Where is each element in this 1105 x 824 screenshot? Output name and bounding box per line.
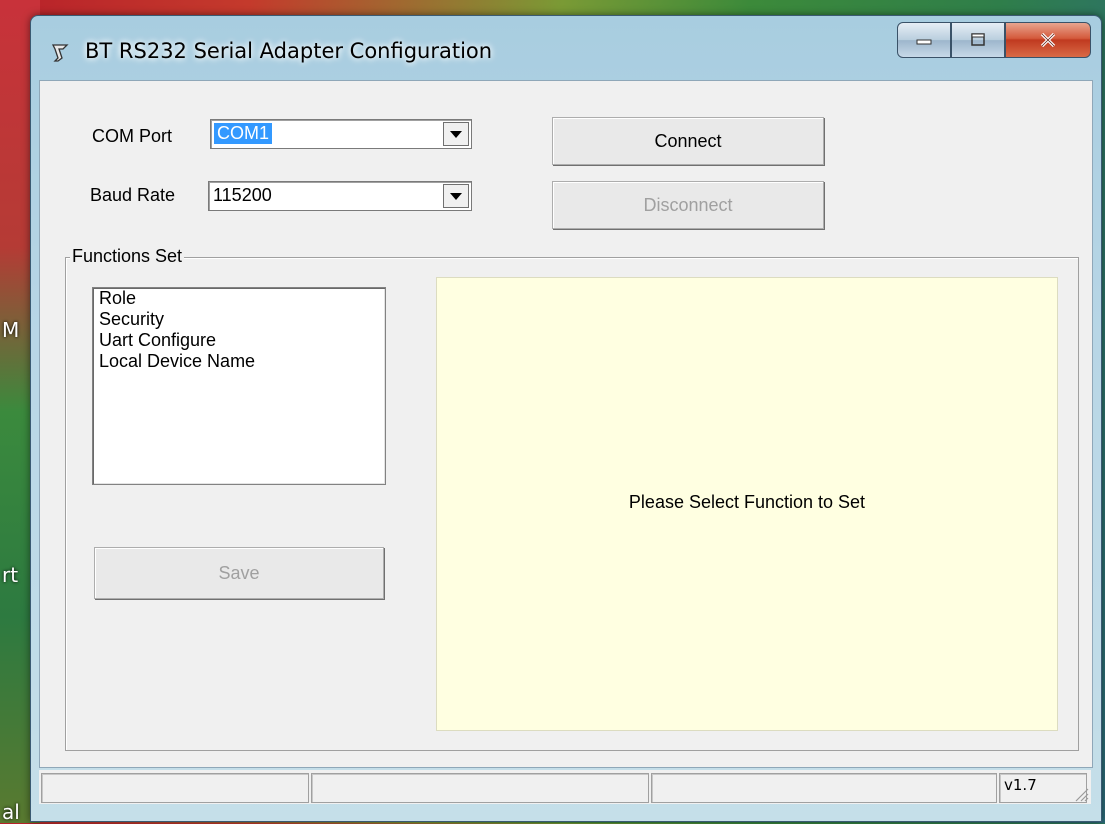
desktop-icon-label-m: M (2, 318, 20, 342)
chevron-down-icon (450, 192, 462, 200)
desktop-icon-label-rt: rt (2, 563, 19, 587)
status-bar: v1.7 (39, 770, 1091, 804)
panel-message: Please Select Function to Set (628, 492, 866, 512)
title-bar[interactable]: BT RS232 Serial Adapter Configuration (31, 16, 1101, 78)
com-port-select[interactable]: COM1 (210, 119, 472, 149)
status-pane-1 (41, 773, 309, 803)
list-item[interactable]: Uart Configure (93, 330, 385, 351)
close-button[interactable] (1005, 22, 1091, 58)
resize-grip-icon[interactable] (1073, 786, 1089, 802)
com-port-dropdown-button[interactable] (443, 122, 469, 146)
functions-group-label: Functions Set (70, 246, 185, 267)
list-item[interactable]: Security (93, 309, 385, 330)
com-port-label: COM Port (92, 126, 173, 146)
window-title: BT RS232 Serial Adapter Configuration (85, 39, 493, 63)
baud-rate-dropdown-button[interactable] (443, 184, 469, 208)
client-area: COM Port COM1 Baud Rate 115200 Connect D… (39, 80, 1093, 768)
app-icon (51, 44, 69, 62)
status-pane-3 (651, 773, 997, 803)
save-button[interactable]: Save (94, 547, 384, 599)
maximize-icon (971, 33, 985, 46)
disconnect-button[interactable]: Disconnect (552, 181, 824, 229)
minimize-icon (916, 39, 932, 45)
chevron-down-icon (450, 130, 462, 138)
desktop-icon-label-al: al (2, 800, 20, 824)
functions-list[interactable]: Role Security Uart Configure Local Devic… (92, 287, 386, 485)
baud-rate-value: 115200 (213, 185, 272, 205)
com-port-value: COM1 (214, 123, 273, 144)
baud-rate-select[interactable]: 115200 (208, 181, 472, 211)
baud-rate-label: Baud Rate (90, 185, 176, 205)
function-settings-panel: Please Select Function to Set (436, 277, 1058, 731)
maximize-button[interactable] (951, 22, 1005, 58)
close-icon (1040, 32, 1056, 48)
minimize-button[interactable] (897, 22, 951, 58)
status-pane-2 (311, 773, 649, 803)
connect-button[interactable]: Connect (552, 117, 824, 165)
window-controls (897, 22, 1091, 58)
app-window: BT RS232 Serial Adapter Configuration CO… (30, 15, 1102, 822)
list-item[interactable]: Local Device Name (93, 351, 385, 372)
list-item[interactable]: Role (93, 288, 385, 309)
